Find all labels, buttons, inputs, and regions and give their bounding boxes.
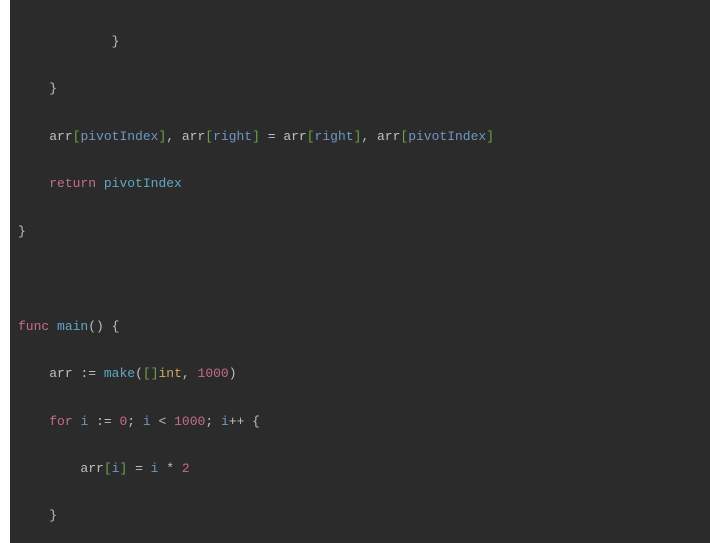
code-line[interactable]: arr := make([]int, 1000) xyxy=(18,366,237,381)
token xyxy=(49,319,57,334)
token: () { xyxy=(88,319,119,334)
token: = arr xyxy=(260,129,307,144)
code-line[interactable]: } xyxy=(18,508,57,523)
token: func xyxy=(18,319,49,334)
token: } xyxy=(49,508,57,523)
code-line[interactable]: } xyxy=(18,224,26,239)
token: int xyxy=(159,366,182,381)
editor-gutter xyxy=(0,0,10,543)
token: pivotIndex xyxy=(104,176,182,191)
token: return xyxy=(49,176,96,191)
token: make xyxy=(104,366,135,381)
token: ] xyxy=(252,129,260,144)
token: * xyxy=(158,461,181,476)
code-line[interactable]: arr[i] = i * 2 xyxy=(18,461,190,476)
token: right xyxy=(213,129,252,144)
indent xyxy=(18,366,49,381)
token: } xyxy=(49,81,57,96)
code-line[interactable]: } xyxy=(18,81,57,96)
token: ++ xyxy=(229,414,245,429)
token: main xyxy=(57,319,88,334)
indent xyxy=(18,176,49,191)
token xyxy=(18,271,26,286)
code-line[interactable] xyxy=(18,271,26,286)
token: ; xyxy=(127,414,143,429)
token: := xyxy=(96,414,112,429)
indent xyxy=(18,34,112,49)
token: [ xyxy=(205,129,213,144)
code-area[interactable]: } } arr[pivotIndex], arr[right] = arr[ri… xyxy=(10,0,710,543)
token: [] xyxy=(143,366,159,381)
indent xyxy=(18,508,49,523)
code-line[interactable]: } xyxy=(18,34,119,49)
indent xyxy=(18,461,80,476)
token: ) xyxy=(229,366,237,381)
token: , arr xyxy=(361,129,400,144)
token: := xyxy=(80,366,96,381)
token: { xyxy=(244,414,260,429)
code-line[interactable]: func main() { xyxy=(18,319,119,334)
token: pivotIndex xyxy=(80,129,158,144)
token: ] xyxy=(486,129,494,144)
token: pivotIndex xyxy=(408,129,486,144)
indent xyxy=(18,129,49,144)
token: i xyxy=(221,414,229,429)
token: ( xyxy=(135,366,143,381)
token: < xyxy=(151,414,174,429)
token: right xyxy=(315,129,354,144)
indent xyxy=(18,81,49,96)
token: 1000 xyxy=(174,414,205,429)
token xyxy=(88,414,96,429)
token: } xyxy=(18,224,26,239)
code-line[interactable]: arr[pivotIndex], arr[right] = arr[right]… xyxy=(18,129,494,144)
token xyxy=(96,366,104,381)
token: arr xyxy=(80,461,103,476)
token: } xyxy=(112,34,120,49)
token: ; xyxy=(205,414,221,429)
code-line[interactable]: for i := 0; i < 1000; i++ { xyxy=(18,414,260,429)
code-block[interactable]: } } arr[pivotIndex], arr[right] = arr[ri… xyxy=(18,18,702,540)
token: , xyxy=(182,366,198,381)
token: [ xyxy=(307,129,315,144)
token xyxy=(96,176,104,191)
code-line[interactable]: return pivotIndex xyxy=(18,176,182,191)
indent xyxy=(18,414,49,429)
token: 2 xyxy=(182,461,190,476)
token: for xyxy=(49,414,72,429)
token: 1000 xyxy=(198,366,229,381)
token: arr xyxy=(49,366,80,381)
token: = xyxy=(127,461,150,476)
token: , arr xyxy=(166,129,205,144)
token: arr xyxy=(49,129,72,144)
token: [ xyxy=(104,461,112,476)
editor-wrap: } } arr[pivotIndex], arr[right] = arr[ri… xyxy=(0,0,710,543)
token: i xyxy=(143,414,151,429)
